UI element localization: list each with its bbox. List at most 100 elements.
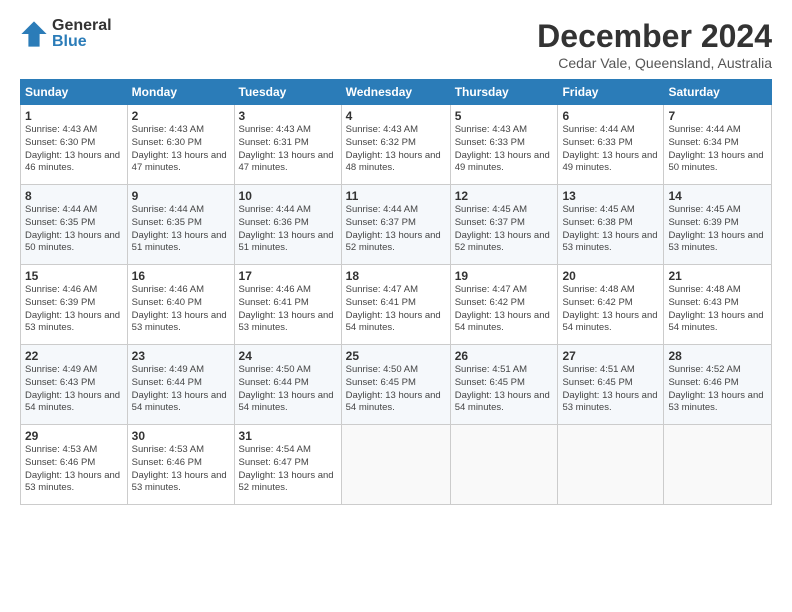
day-detail: Sunrise: 4:54 AMSunset: 6:47 PMDaylight:…: [239, 444, 334, 493]
week-row-3: 15Sunrise: 4:46 AMSunset: 6:39 PMDayligh…: [21, 265, 772, 345]
col-header-wednesday: Wednesday: [341, 80, 450, 105]
week-row-1: 1Sunrise: 4:43 AMSunset: 6:30 PMDaylight…: [21, 105, 772, 185]
day-number: 18: [346, 269, 446, 283]
day-number: 22: [25, 349, 123, 363]
col-header-sunday: Sunday: [21, 80, 128, 105]
day-detail: Sunrise: 4:48 AMSunset: 6:43 PMDaylight:…: [668, 284, 763, 333]
day-detail: Sunrise: 4:44 AMSunset: 6:35 PMDaylight:…: [132, 204, 227, 253]
day-number: 13: [562, 189, 659, 203]
day-cell: 7Sunrise: 4:44 AMSunset: 6:34 PMDaylight…: [664, 105, 772, 185]
day-cell: 13Sunrise: 4:45 AMSunset: 6:38 PMDayligh…: [558, 185, 664, 265]
day-number: 5: [455, 109, 554, 123]
col-header-saturday: Saturday: [664, 80, 772, 105]
day-cell: 24Sunrise: 4:50 AMSunset: 6:44 PMDayligh…: [234, 345, 341, 425]
day-detail: Sunrise: 4:52 AMSunset: 6:46 PMDaylight:…: [668, 364, 763, 413]
day-detail: Sunrise: 4:43 AMSunset: 6:32 PMDaylight:…: [346, 124, 441, 173]
day-cell: 15Sunrise: 4:46 AMSunset: 6:39 PMDayligh…: [21, 265, 128, 345]
week-row-5: 29Sunrise: 4:53 AMSunset: 6:46 PMDayligh…: [21, 425, 772, 505]
day-number: 4: [346, 109, 446, 123]
day-detail: Sunrise: 4:46 AMSunset: 6:41 PMDaylight:…: [239, 284, 334, 333]
day-number: 8: [25, 189, 123, 203]
location: Cedar Vale, Queensland, Australia: [537, 55, 772, 71]
day-detail: Sunrise: 4:49 AMSunset: 6:44 PMDaylight:…: [132, 364, 227, 413]
day-cell: 25Sunrise: 4:50 AMSunset: 6:45 PMDayligh…: [341, 345, 450, 425]
day-number: 14: [668, 189, 767, 203]
header-row: SundayMondayTuesdayWednesdayThursdayFrid…: [21, 80, 772, 105]
day-number: 1: [25, 109, 123, 123]
day-cell: 29Sunrise: 4:53 AMSunset: 6:46 PMDayligh…: [21, 425, 128, 505]
day-number: 6: [562, 109, 659, 123]
logo: General Blue: [20, 18, 112, 50]
day-detail: Sunrise: 4:45 AMSunset: 6:38 PMDaylight:…: [562, 204, 657, 253]
day-cell: 3Sunrise: 4:43 AMSunset: 6:31 PMDaylight…: [234, 105, 341, 185]
header: General Blue December 2024 Cedar Vale, Q…: [20, 18, 772, 71]
day-cell: 12Sunrise: 4:45 AMSunset: 6:37 PMDayligh…: [450, 185, 558, 265]
day-number: 20: [562, 269, 659, 283]
calendar-table: SundayMondayTuesdayWednesdayThursdayFrid…: [20, 79, 772, 505]
calendar-body: 1Sunrise: 4:43 AMSunset: 6:30 PMDaylight…: [21, 105, 772, 505]
day-detail: Sunrise: 4:45 AMSunset: 6:39 PMDaylight:…: [668, 204, 763, 253]
day-number: 29: [25, 429, 123, 443]
day-number: 21: [668, 269, 767, 283]
day-cell: 28Sunrise: 4:52 AMSunset: 6:46 PMDayligh…: [664, 345, 772, 425]
day-cell: 10Sunrise: 4:44 AMSunset: 6:36 PMDayligh…: [234, 185, 341, 265]
day-number: 19: [455, 269, 554, 283]
calendar-header: SundayMondayTuesdayWednesdayThursdayFrid…: [21, 80, 772, 105]
day-detail: Sunrise: 4:49 AMSunset: 6:43 PMDaylight:…: [25, 364, 120, 413]
day-cell: 17Sunrise: 4:46 AMSunset: 6:41 PMDayligh…: [234, 265, 341, 345]
day-number: 7: [668, 109, 767, 123]
day-cell: [450, 425, 558, 505]
month-title: December 2024: [537, 18, 772, 55]
day-cell: 18Sunrise: 4:47 AMSunset: 6:41 PMDayligh…: [341, 265, 450, 345]
day-detail: Sunrise: 4:50 AMSunset: 6:44 PMDaylight:…: [239, 364, 334, 413]
page: General Blue December 2024 Cedar Vale, Q…: [0, 0, 792, 612]
day-detail: Sunrise: 4:48 AMSunset: 6:42 PMDaylight:…: [562, 284, 657, 333]
day-number: 23: [132, 349, 230, 363]
day-detail: Sunrise: 4:43 AMSunset: 6:33 PMDaylight:…: [455, 124, 550, 173]
day-cell: 21Sunrise: 4:48 AMSunset: 6:43 PMDayligh…: [664, 265, 772, 345]
day-detail: Sunrise: 4:46 AMSunset: 6:39 PMDaylight:…: [25, 284, 120, 333]
day-number: 3: [239, 109, 337, 123]
day-cell: 2Sunrise: 4:43 AMSunset: 6:30 PMDaylight…: [127, 105, 234, 185]
day-number: 11: [346, 189, 446, 203]
day-cell: 22Sunrise: 4:49 AMSunset: 6:43 PMDayligh…: [21, 345, 128, 425]
day-cell: 19Sunrise: 4:47 AMSunset: 6:42 PMDayligh…: [450, 265, 558, 345]
day-cell: 16Sunrise: 4:46 AMSunset: 6:40 PMDayligh…: [127, 265, 234, 345]
day-cell: 5Sunrise: 4:43 AMSunset: 6:33 PMDaylight…: [450, 105, 558, 185]
day-number: 25: [346, 349, 446, 363]
day-number: 2: [132, 109, 230, 123]
day-number: 28: [668, 349, 767, 363]
day-detail: Sunrise: 4:44 AMSunset: 6:34 PMDaylight:…: [668, 124, 763, 173]
day-detail: Sunrise: 4:44 AMSunset: 6:35 PMDaylight:…: [25, 204, 120, 253]
day-cell: [341, 425, 450, 505]
day-cell: 31Sunrise: 4:54 AMSunset: 6:47 PMDayligh…: [234, 425, 341, 505]
day-number: 26: [455, 349, 554, 363]
logo-text: General Blue: [52, 18, 112, 50]
day-cell: 30Sunrise: 4:53 AMSunset: 6:46 PMDayligh…: [127, 425, 234, 505]
day-detail: Sunrise: 4:44 AMSunset: 6:36 PMDaylight:…: [239, 204, 334, 253]
day-cell: 1Sunrise: 4:43 AMSunset: 6:30 PMDaylight…: [21, 105, 128, 185]
day-detail: Sunrise: 4:53 AMSunset: 6:46 PMDaylight:…: [132, 444, 227, 493]
day-detail: Sunrise: 4:44 AMSunset: 6:37 PMDaylight:…: [346, 204, 441, 253]
day-cell: 14Sunrise: 4:45 AMSunset: 6:39 PMDayligh…: [664, 185, 772, 265]
logo-general-text: General: [52, 18, 112, 34]
col-header-thursday: Thursday: [450, 80, 558, 105]
day-detail: Sunrise: 4:43 AMSunset: 6:31 PMDaylight:…: [239, 124, 334, 173]
day-number: 24: [239, 349, 337, 363]
day-cell: 26Sunrise: 4:51 AMSunset: 6:45 PMDayligh…: [450, 345, 558, 425]
day-detail: Sunrise: 4:51 AMSunset: 6:45 PMDaylight:…: [455, 364, 550, 413]
day-cell: 6Sunrise: 4:44 AMSunset: 6:33 PMDaylight…: [558, 105, 664, 185]
day-detail: Sunrise: 4:53 AMSunset: 6:46 PMDaylight:…: [25, 444, 120, 493]
day-number: 10: [239, 189, 337, 203]
day-number: 31: [239, 429, 337, 443]
col-header-friday: Friday: [558, 80, 664, 105]
day-detail: Sunrise: 4:46 AMSunset: 6:40 PMDaylight:…: [132, 284, 227, 333]
day-cell: [664, 425, 772, 505]
day-cell: 27Sunrise: 4:51 AMSunset: 6:45 PMDayligh…: [558, 345, 664, 425]
day-detail: Sunrise: 4:47 AMSunset: 6:41 PMDaylight:…: [346, 284, 441, 333]
day-number: 9: [132, 189, 230, 203]
day-number: 30: [132, 429, 230, 443]
day-cell: 11Sunrise: 4:44 AMSunset: 6:37 PMDayligh…: [341, 185, 450, 265]
col-header-monday: Monday: [127, 80, 234, 105]
day-detail: Sunrise: 4:50 AMSunset: 6:45 PMDaylight:…: [346, 364, 441, 413]
